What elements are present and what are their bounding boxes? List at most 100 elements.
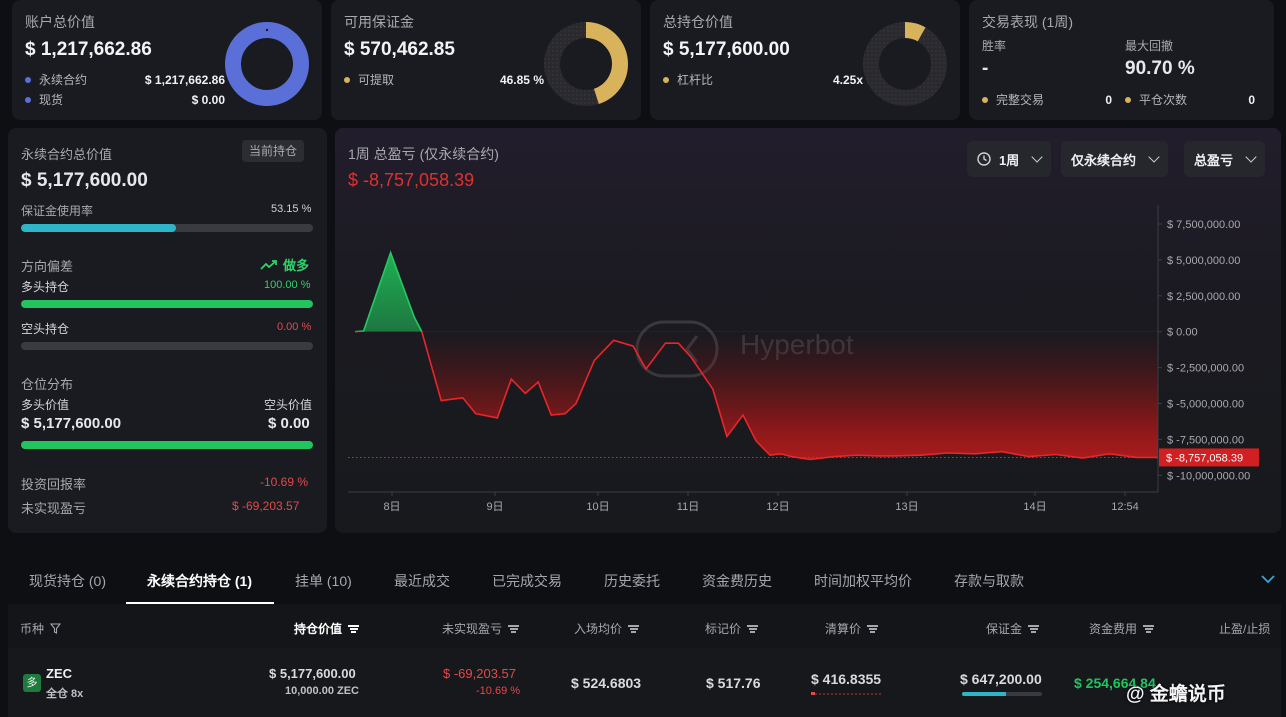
long-position-value: 100.00 % (264, 279, 311, 291)
header-tpsl: 止盈/止损 (1219, 620, 1270, 637)
header-funding[interactable]: 资金费用 (1089, 620, 1155, 637)
drawdown-label: 最大回撤 (1125, 39, 1174, 53)
trending-up-icon (260, 259, 277, 270)
close-count-label: 平仓次数 (1139, 93, 1188, 107)
chevron-down-icon (1148, 151, 1160, 163)
long-value-label: 多头价值 (21, 398, 70, 412)
legend-withdrawable: 可提取 46.85 % (344, 71, 544, 88)
legend-spot: 现货 $ 0.00 (25, 91, 225, 108)
account-ring-gap (265, 28, 269, 32)
margin-value: $ 570,462.85 (344, 39, 455, 60)
margin-card: 可用保证金 $ 570,462.85 可提取 46.85 % (331, 0, 641, 120)
short-position-bar (21, 342, 313, 350)
direction-label: 方向偏差 (21, 259, 74, 274)
drawdown-value: 90.70 % (1125, 58, 1195, 79)
legend-dot-icon (25, 76, 31, 83)
x-tick-label: 12:54 (1111, 501, 1139, 513)
perp-title: 永续合约总价值 (21, 147, 113, 162)
sort-icon (1143, 624, 1155, 633)
coin-symbol[interactable]: ZEC (46, 666, 72, 681)
close-count-value: 0 (1248, 92, 1255, 107)
position-ring-track (863, 22, 947, 106)
metric-dropdown-label: 总盈亏 (1194, 152, 1234, 168)
tab-5[interactable]: 历史委托 (604, 571, 660, 591)
tab-0[interactable]: 现货持仓 (0) (29, 571, 106, 591)
header-entry-price[interactable]: 入场均价 (574, 620, 640, 637)
scope-dropdown-label: 仅永续合约 (1071, 152, 1137, 168)
legend-perp: 永续合约 $ 1,217,662.86 (25, 71, 225, 88)
metric-dropdown[interactable]: 总盈亏 (1184, 141, 1266, 177)
header-margin-label: 保证金 (986, 622, 1023, 636)
performance-title: 交易表现 (1周) (982, 14, 1073, 30)
tab-2[interactable]: 挂单 (10) (295, 571, 352, 591)
filter-icon[interactable] (50, 623, 62, 634)
pnl-area-chart: Hyperbot$ 7,500,000.00$ 5,000,000.00$ 2,… (348, 205, 1259, 513)
current-position-badge[interactable]: 当前持仓 (242, 140, 305, 162)
x-tick-label: 14日 (1023, 501, 1046, 513)
account-value: $ 1,217,662.86 (25, 39, 152, 60)
chevron-down-icon (1031, 151, 1043, 163)
legend-dot-icon (25, 96, 31, 103)
scope-dropdown[interactable]: 仅永续合约 (1061, 141, 1169, 177)
header-position-value-label: 持仓价值 (294, 622, 343, 636)
upnl-label: 未实现盈亏 (21, 501, 87, 516)
long-value: $ 5,177,600.00 (21, 415, 122, 432)
winrate-value: - (982, 58, 989, 79)
sort-icon (867, 624, 879, 633)
period-dropdown-label: 1周 (999, 152, 1020, 168)
margin-mode: 全仓 8x (46, 688, 84, 700)
direction-value: 做多 (283, 258, 310, 273)
sort-icon (747, 624, 759, 633)
distribution-bar (21, 441, 313, 449)
completed-trades: 完整交易 0 (982, 91, 1112, 108)
account-value-card: 账户总价值 $ 1,217,662.86 永续合约 $ 1,217,662.86… (12, 0, 322, 120)
tab-8[interactable]: 存款与取款 (954, 571, 1024, 591)
position-donut-chart (863, 22, 947, 106)
header-liq-price[interactable]: 清算价 (825, 620, 879, 637)
long-position-bar (21, 300, 313, 308)
header-coin[interactable]: 币种 (20, 620, 62, 637)
legend-dot-icon (663, 76, 669, 83)
header-margin[interactable]: 保证金 (986, 620, 1040, 637)
x-tick-label: 8日 (383, 501, 400, 513)
margin-usage-bar (21, 224, 313, 232)
tab-7[interactable]: 时间加权平均价 (814, 571, 912, 591)
upnl-cell: $ -69,203.57 (443, 666, 517, 681)
sort-icon (348, 624, 360, 633)
liq-distance-indicator (811, 692, 881, 695)
tab-3[interactable]: 最近成交 (394, 571, 450, 591)
legend-leverage-value: 4.25x (832, 72, 863, 87)
x-tick-label: 9日 (486, 501, 503, 513)
header-coin-label: 币种 (20, 622, 45, 636)
legend-withdrawable-label: 可提取 (358, 73, 395, 87)
sort-icon (628, 624, 640, 633)
long-position-label: 多头持仓 (21, 280, 70, 294)
account-ring-segment (225, 22, 309, 106)
margin-cell: $ 647,200.00 (960, 671, 1042, 687)
legend-dot-icon (1125, 96, 1131, 103)
legend-leverage: 杠杆比 4.25x (663, 71, 863, 88)
y-tick-label: $ -2,500,000.00 (1167, 363, 1244, 375)
x-tick-label: 13日 (895, 501, 918, 513)
margin-title: 可用保证金 (344, 14, 414, 30)
tab-1[interactable]: 永续合约持仓 (1) (147, 571, 252, 591)
tab-4[interactable]: 已完成交易 (492, 571, 562, 591)
upnl-pct-cell: -10.69 % (476, 685, 521, 697)
chart-total-value: $ -8,757,058.39 (348, 170, 475, 190)
legend-spot-label: 现货 (39, 93, 64, 107)
perp-value: $ 5,177,600.00 (21, 170, 148, 191)
header-position-value[interactable]: 持仓价值 (294, 620, 360, 637)
tab-6[interactable]: 资金费历史 (702, 571, 772, 591)
margin-usage-fill (21, 224, 177, 232)
x-tick-label: 12日 (766, 501, 789, 513)
collapse-chevron-icon[interactable] (1261, 574, 1275, 584)
header-liq-price-label: 清算价 (825, 622, 862, 636)
header-mark-price[interactable]: 标记价 (705, 620, 759, 637)
current-value-label: $ -8,757,058.39 (1166, 452, 1243, 464)
header-upnl-label: 未实现盈亏 (442, 622, 503, 636)
legend-leverage-label: 杠杆比 (677, 73, 714, 87)
period-dropdown[interactable]: 1周 (967, 141, 1052, 177)
header-upnl[interactable]: 未实现盈亏 (442, 620, 520, 637)
y-tick-label: $ 7,500,000.00 (1167, 219, 1240, 231)
legend-withdrawable-value: 46.85 % (499, 72, 544, 87)
